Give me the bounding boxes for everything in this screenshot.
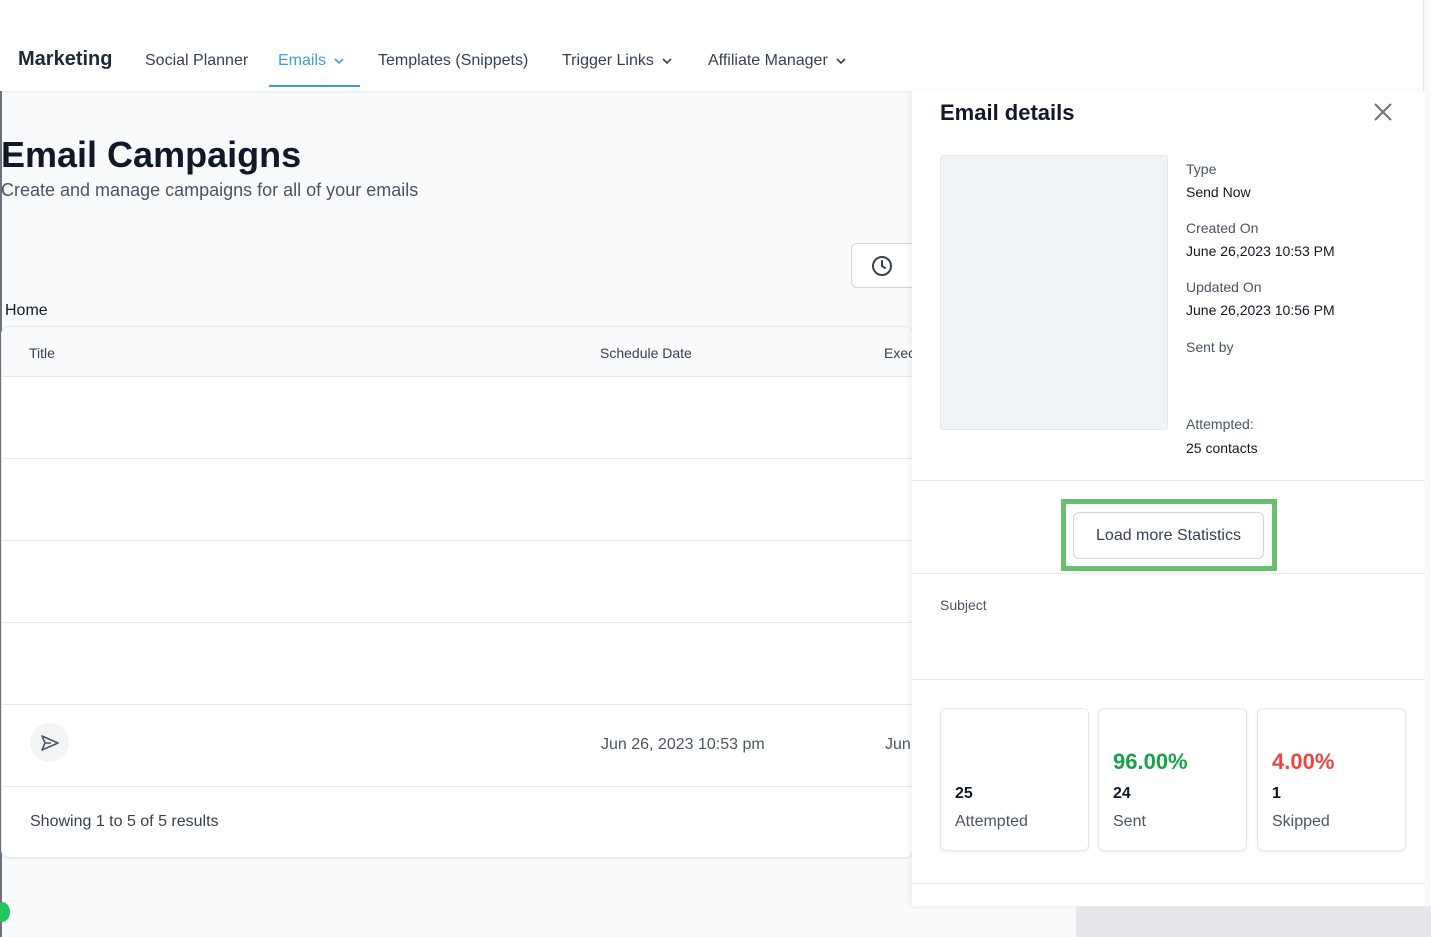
stat-card-skipped: 4.00% 1 Skipped: [1257, 708, 1406, 851]
background-strip: [1076, 906, 1431, 937]
page-subtitle: Create and manage campaigns for all of y…: [1, 180, 419, 200]
nav-trigger-links[interactable]: Trigger Links: [562, 52, 672, 70]
stat-card-attempted: 25 Attempted: [940, 708, 1089, 851]
app-title: Marketing: [18, 48, 113, 70]
stat-count: 24: [1113, 785, 1131, 802]
stat-count: 25: [955, 785, 973, 802]
executed-date-cell: Jun: [885, 736, 911, 753]
stat-label: Attempted: [955, 813, 1028, 830]
active-tab-indicator: [269, 85, 360, 87]
created-on-value: June 26,2023 10:53 PM: [1186, 243, 1335, 259]
subject-label: Subject: [940, 597, 987, 613]
column-executed[interactable]: Exec: [884, 345, 912, 361]
schedule-history-button[interactable]: [851, 243, 913, 288]
stat-card-sent: 96.00% 24 Sent: [1098, 708, 1247, 851]
table-row[interactable]: [2, 459, 912, 541]
divider: [912, 573, 1425, 574]
sent-by-label: Sent by: [1186, 339, 1234, 355]
stat-percent: 4.00%: [1272, 749, 1335, 774]
nav-label: Affiliate Manager: [708, 52, 828, 69]
chevron-down-icon: [334, 58, 344, 65]
stat-percent: 96.00%: [1113, 749, 1188, 774]
table-header: Title Schedule Date Exec: [2, 327, 912, 377]
nav-affiliate-manager[interactable]: Affiliate Manager: [708, 52, 846, 70]
table-row[interactable]: [2, 623, 912, 705]
stat-label: Sent: [1113, 813, 1146, 830]
nav-label: Trigger Links: [562, 52, 654, 69]
clock-icon: [872, 255, 892, 276]
campaigns-table: Title Schedule Date Exec Jun 26, 2023 10…: [1, 326, 913, 858]
column-schedule-date[interactable]: Schedule Date: [600, 345, 692, 361]
top-navigation: Marketing Social Planner Emails Template…: [0, 0, 1424, 91]
pagination-summary: Showing 1 to 5 of 5 results: [30, 813, 219, 830]
stat-label: Skipped: [1272, 813, 1330, 830]
nav-social-planner[interactable]: Social Planner: [145, 52, 248, 70]
chevron-down-icon: [662, 58, 672, 65]
divider: [912, 883, 1425, 884]
nav-label: Social Planner: [145, 52, 249, 69]
created-on-label: Created On: [1186, 220, 1259, 236]
drawer-title: Email details: [940, 100, 1075, 125]
divider: [912, 679, 1425, 680]
attempted-value: 25 contacts: [1186, 440, 1258, 456]
table-row[interactable]: [2, 541, 912, 623]
chevron-down-icon: [836, 58, 846, 65]
email-preview-thumbnail[interactable]: [940, 155, 1168, 430]
schedule-date-cell: Jun 26, 2023 10:53 pm: [601, 736, 765, 753]
page-title: Email Campaigns: [1, 134, 302, 175]
divider: [912, 480, 1425, 481]
load-more-statistics-button[interactable]: Load more Statistics: [1073, 512, 1264, 559]
updated-on-label: Updated On: [1186, 279, 1262, 295]
breadcrumb[interactable]: Home: [5, 302, 48, 320]
nav-label: Templates (Snippets): [378, 52, 529, 69]
type-value: Send Now: [1186, 184, 1251, 200]
updated-on-value: June 26,2023 10:56 PM: [1186, 302, 1335, 318]
table-row[interactable]: Jun 26, 2023 10:53 pm Jun: [2, 705, 912, 787]
send-icon: [30, 723, 69, 762]
stat-count: 1: [1272, 785, 1281, 802]
nav-label: Emails: [278, 52, 327, 69]
column-title[interactable]: Title: [29, 345, 55, 361]
email-details-drawer: Email details Type Send Now Created On J…: [912, 91, 1425, 906]
table-row[interactable]: [2, 377, 912, 459]
attempted-label: Attempted:: [1186, 416, 1254, 432]
status-indicator: [0, 902, 10, 922]
type-label: Type: [1186, 161, 1217, 177]
nav-emails[interactable]: Emails: [278, 52, 344, 70]
nav-templates-snippets[interactable]: Templates (Snippets): [378, 52, 528, 70]
close-icon[interactable]: [1372, 101, 1394, 123]
